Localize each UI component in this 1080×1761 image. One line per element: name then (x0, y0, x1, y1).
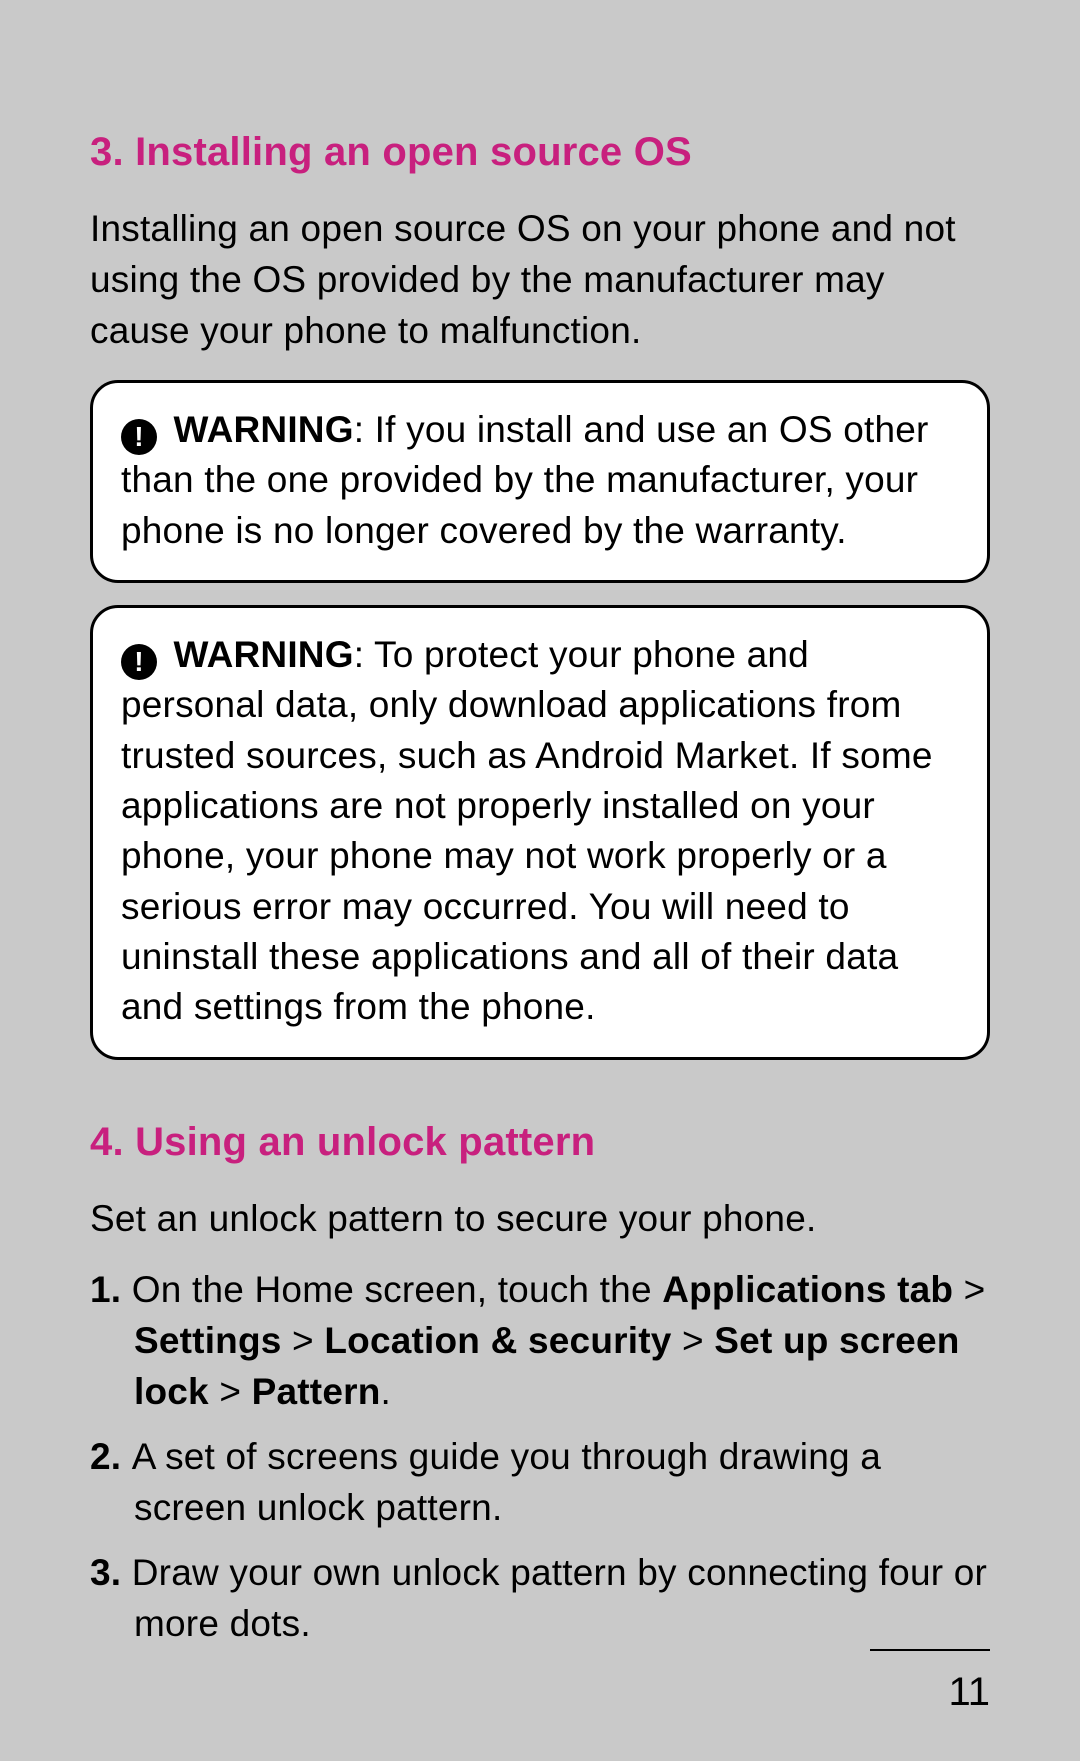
ui-path-segment: Applications tab (662, 1269, 953, 1310)
section-installing-os: 3. Installing an open source OS Installi… (90, 130, 990, 1060)
ui-path-segment: Location & security (324, 1320, 671, 1361)
section-unlock-pattern: 4. Using an unlock pattern Set an unlock… (90, 1120, 990, 1649)
page-number-rule (870, 1649, 990, 1651)
warning-label: WARNING (173, 409, 353, 450)
section-heading: 4. Using an unlock pattern (90, 1120, 990, 1165)
ui-path-segment: Pattern (252, 1371, 381, 1412)
step-number: 2. (90, 1436, 132, 1477)
step-item: 1. On the Home screen, touch the Applica… (90, 1264, 990, 1417)
page-number: 11 (948, 1670, 990, 1715)
section-heading: 3. Installing an open source OS (90, 130, 990, 175)
warning-text: : To protect your phone and personal dat… (121, 634, 933, 1027)
step-item: 2. A set of screens guide you through dr… (90, 1431, 990, 1533)
warning-box: ! WARNING: If you install and use an OS … (90, 380, 990, 583)
manual-page: 3. Installing an open source OS Installi… (0, 0, 1080, 1649)
step-number: 3. (90, 1552, 132, 1593)
warning-icon: ! (121, 419, 157, 455)
ui-path-segment: Settings (134, 1320, 282, 1361)
intro-paragraph: Set an unlock pattern to secure your pho… (90, 1193, 990, 1244)
step-text: On the Home screen, touch the (132, 1269, 662, 1310)
step-number: 1. (90, 1269, 132, 1310)
step-text: Draw your own unlock pattern by connecti… (132, 1552, 987, 1644)
step-item: 3. Draw your own unlock pattern by conne… (90, 1547, 990, 1649)
step-text: A set of screens guide you through drawi… (132, 1436, 881, 1528)
warning-label: WARNING (173, 634, 353, 675)
warning-icon: ! (121, 644, 157, 680)
warning-box: ! WARNING: To protect your phone and per… (90, 605, 990, 1060)
intro-paragraph: Installing an open source OS on your pho… (90, 203, 990, 356)
